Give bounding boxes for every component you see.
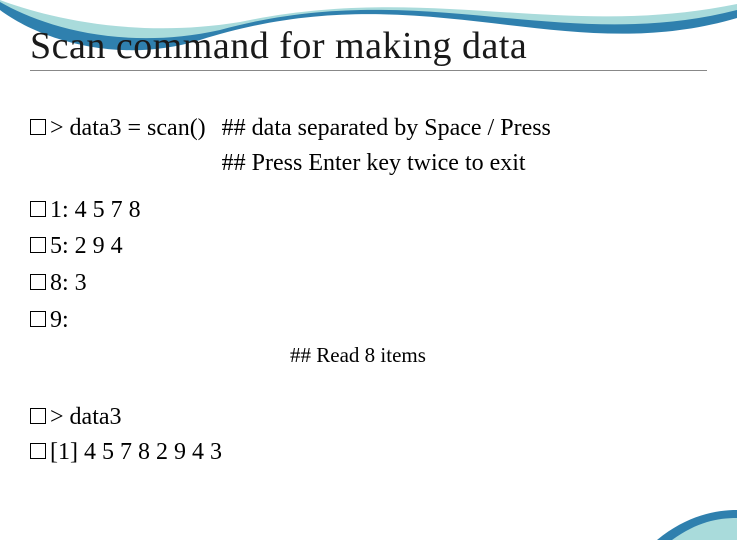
bullet-icon [30,408,46,424]
output-block: > data3 [1] 4 5 7 8 2 9 4 3 [30,400,707,470]
input-line: 5: 2 9 4 [30,229,707,264]
bullet-icon [30,443,46,459]
footer-swoosh [657,510,737,540]
input-text: 8: 3 [50,266,87,301]
output-line: > data3 [30,400,707,435]
input-text: 5: 2 9 4 [50,229,123,264]
bullet-icon [30,311,46,327]
comment-line-2: ## Press Enter key twice to exit [222,146,551,181]
output-line: [1] 4 5 7 8 2 9 4 3 [30,435,707,470]
output-text: > data3 [50,400,122,435]
input-lines: 1: 4 5 7 8 5: 2 9 4 8: 3 9: ## Read 8 it… [30,193,707,371]
bullet-icon [30,237,46,253]
bullet-icon [30,201,46,217]
slide-body: > data3 = scan() ## data separated by Sp… [30,111,707,470]
input-line: 8: 3 [30,266,707,301]
comment-block: ## data separated by Space / Press ## Pr… [222,111,551,181]
input-line: 1: 4 5 7 8 [30,193,707,228]
comment-line-1: ## data separated by Space / Press [222,111,551,146]
slide-content: Scan command for making data > data3 = s… [0,0,737,470]
output-text: [1] 4 5 7 8 2 9 4 3 [50,435,222,470]
slide-title: Scan command for making data [30,24,707,71]
code-line-1: > data3 = scan() ## data separated by Sp… [30,111,707,181]
input-text: 9: [50,303,69,338]
bullet-icon [30,274,46,290]
input-text: 1: 4 5 7 8 [50,193,141,228]
read-items-note: ## Read 8 items [290,340,707,370]
code-text: > data3 = scan() [50,111,206,146]
input-line: 9: [30,303,707,338]
bullet-icon [30,119,46,135]
